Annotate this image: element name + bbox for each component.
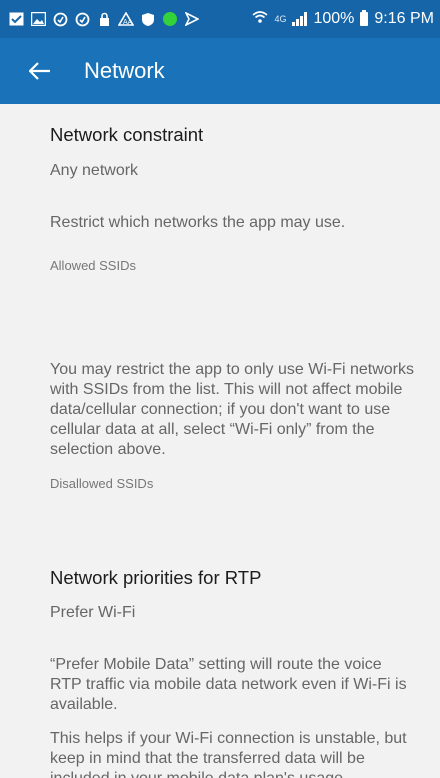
page-title: Network bbox=[84, 58, 165, 83]
battery-percent: 100% bbox=[313, 10, 355, 27]
settings-list[interactable]: Network constraint Any network Restrict … bbox=[0, 104, 440, 778]
app-bar: Network bbox=[0, 38, 440, 104]
wifi-icon bbox=[252, 10, 268, 29]
rtp-priorities-title: Network priorities for RTP bbox=[50, 567, 262, 588]
shield-icon bbox=[140, 11, 156, 27]
svg-text:AA: AA bbox=[123, 19, 133, 26]
back-button[interactable] bbox=[12, 43, 68, 99]
clock: 9:16 PM bbox=[374, 10, 434, 27]
sync-icon-2 bbox=[74, 11, 90, 27]
allowed-ssids-preference[interactable]: Allowed SSIDs bbox=[0, 258, 440, 348]
network-constraint-title: Network constraint bbox=[50, 124, 204, 145]
message-icon bbox=[8, 11, 24, 27]
system-status: 4G 100% 9:16 PM bbox=[252, 10, 434, 29]
online-indicator-icon bbox=[162, 11, 178, 27]
network-type: 4G bbox=[274, 14, 287, 24]
rtp-priorities-description-2: This helps if your Wi-Fi connection is u… bbox=[50, 730, 407, 778]
sim-icon: AA bbox=[118, 11, 134, 27]
notification-icons: AA bbox=[8, 11, 200, 27]
rtp-priorities-preference[interactable]: Network priorities for RTP Prefer Wi-Fi bbox=[0, 567, 440, 622]
disallowed-ssids-preference[interactable]: Disallowed SSIDs bbox=[0, 476, 440, 556]
allowed-ssids-label: Allowed SSIDs bbox=[50, 258, 136, 273]
signal-icon bbox=[292, 12, 308, 26]
rtp-priorities-value: Prefer Wi-Fi bbox=[50, 604, 136, 621]
arrow-back-icon bbox=[29, 62, 50, 80]
send-icon bbox=[184, 11, 200, 27]
network-constraint-preference[interactable]: Network constraint Any network bbox=[0, 124, 440, 180]
lock-icon bbox=[96, 11, 112, 27]
disallowed-ssids-label: Disallowed SSIDs bbox=[50, 476, 154, 491]
status-bar: AA 4G 100% 9:16 PM bbox=[0, 0, 440, 38]
rtp-priorities-description-1: “Prefer Mobile Data” setting will route … bbox=[50, 656, 407, 713]
sync-icon bbox=[52, 11, 68, 27]
battery-icon bbox=[360, 10, 369, 26]
gallery-icon bbox=[30, 11, 46, 27]
network-constraint-description: Restrict which networks the app may use. bbox=[50, 214, 346, 231]
network-constraint-value: Any network bbox=[50, 162, 139, 179]
allowed-ssids-description: You may restrict the app to only use Wi-… bbox=[50, 361, 414, 458]
